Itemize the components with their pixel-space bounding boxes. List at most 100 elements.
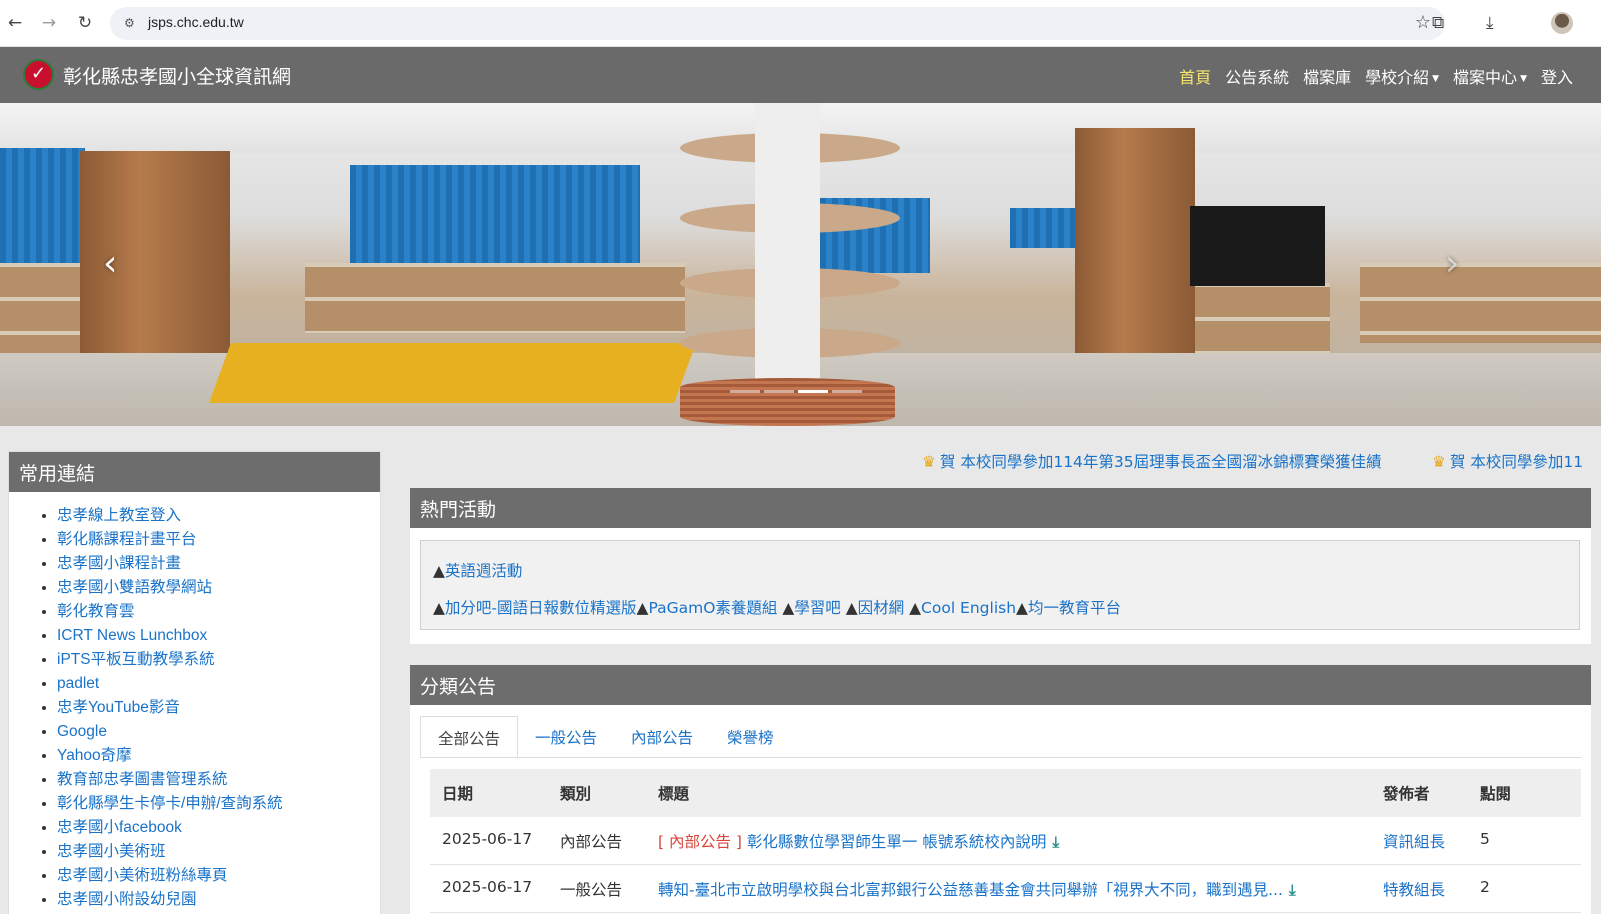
tab-internal[interactable]: 內部公告 [614,716,710,758]
row-hits: 5 [1480,830,1490,848]
tab-all[interactable]: 全部公告 [420,716,519,758]
row-publisher[interactable]: 特教組長 [1383,878,1445,900]
row-title[interactable]: [ 內部公告 ] 彰化縣數位學習師生單一 帳號系統校內說明 ⤓ [658,830,1328,852]
panel-title: 分類公告 [410,665,1591,705]
sidebar-link[interactable]: 彰化縣課程計畫平台 [57,528,380,552]
site-title[interactable]: 彰化縣忠孝國小全球資訊網 [63,62,291,89]
row-publisher[interactable]: 資訊組長 [1383,830,1445,852]
table-row[interactable]: 2025-06-17 內部公告 [ 內部公告 ] 彰化縣數位學習師生單一 帳號系… [430,817,1581,865]
hot-activities-panel: 熱門活動 ▲英語週活動 ▲加分吧-國語日報數位精選版▲PaGamO素養題組 ▲學… [410,488,1591,644]
sidebar-link[interactable]: 教育部忠孝圖書管理系統 [57,768,380,792]
col-date[interactable]: 日期 [442,782,473,804]
url-text[interactable]: jsps.chc.edu.tw [148,14,244,30]
chevron-left-icon[interactable]: ‹ [103,243,117,284]
reload-icon[interactable]: ↻ [74,12,96,34]
hot-activity-link[interactable]: PaGamO素養題組 [648,599,777,617]
sidebar-link[interactable]: 忠孝國小facebook [57,816,380,840]
carousel-image-column [755,103,820,393]
carousel-image-curtain [0,148,85,263]
sidebar-link[interactable]: 忠孝國小美術班粉絲專頁 [57,864,380,888]
sidebar-link[interactable]: 彰化縣學生卡停卡/申辦/查詢系統 [57,792,380,816]
nav-file-library[interactable]: 檔案庫 [1303,64,1351,88]
carousel-indicator[interactable] [832,390,862,393]
extensions-icon[interactable]: ⧉ [1432,12,1444,34]
triangle-bullet-icon: ▲ [433,562,445,580]
hot-activity-link[interactable]: 因材網 [858,599,905,617]
sidebar-link[interactable]: Yahoo奇摩 [57,744,380,768]
row-category: 內部公告 [560,833,623,851]
table-header: 日期 類別 標題 發佈者 點閱 [430,769,1581,817]
download-icon[interactable]: ⤓ [1289,881,1296,899]
sidebar-link[interactable]: 忠孝國小附設幼兒園 [57,888,380,912]
carousel-image-screen [1190,206,1325,286]
panel-title: 熱門活動 [410,488,1591,528]
profile-avatar[interactable] [1551,12,1573,34]
download-icon[interactable]: ⤓ [1486,12,1494,34]
tab-honor[interactable]: 榮譽榜 [710,716,791,758]
hot-row: ▲加分吧-國語日報數位精選版▲PaGamO素養題組 ▲學習吧 ▲因材網 ▲Coo… [433,596,1121,618]
tab-general[interactable]: 一般公告 [518,716,614,758]
col-publisher[interactable]: 發佈者 [1383,782,1430,804]
nav-school-intro[interactable]: 學校介紹 ▼ [1365,64,1439,88]
link-list: 忠孝線上教室登入彰化縣課程計畫平台忠孝國小課程計畫忠孝國小雙語教學網站彰化教育雲… [9,492,380,912]
nav-file-center[interactable]: 檔案中心 ▼ [1453,64,1527,88]
hot-activity-link[interactable]: 加分吧-國語日報數位精選版 [445,599,637,617]
back-icon[interactable]: ← [4,12,26,34]
hot-activity-link[interactable]: Cool English [921,599,1016,617]
hot-row: ▲英語週活動 [433,559,522,581]
marquee-item[interactable]: ♛ 賀 本校同學參加11 [1432,450,1583,472]
sidebar-link[interactable]: ICRT News Lunchbox [57,624,380,648]
nav-home[interactable]: 首頁 [1179,64,1211,88]
carousel-indicator[interactable] [798,390,828,393]
row-title-link[interactable]: 彰化縣數位學習師生單一 帳號系統校內說明 [747,833,1046,851]
carousel-image-bench [209,343,696,403]
nav-login[interactable]: 登入 [1541,64,1573,88]
sidebar-link[interactable]: 忠孝YouTube影音 [57,696,380,720]
hot-activity-link[interactable]: 學習吧 [794,599,841,617]
sidebar-link[interactable]: 忠孝國小課程計畫 [57,552,380,576]
sidebar-link[interactable]: 忠孝線上教室登入 [57,504,380,528]
address-bar[interactable]: ⚙ jsps.chc.edu.tw ☆ [110,7,1445,40]
triangle-bullet-icon: ▲ [1016,599,1028,617]
crown-icon: ♛ [1432,453,1446,471]
crown-icon: ♛ [922,453,936,471]
chevron-right-icon[interactable]: › [1445,243,1459,284]
triangle-bullet-icon: ▲ [433,599,445,617]
table-row[interactable]: 2025-06-17 一般公告 轉知-臺北市立啟明學校與台北富邦銀行公益慈善基金… [430,865,1581,913]
row-title-link[interactable]: 轉知-臺北市立啟明學校與台北富邦銀行公益慈善基金會共同舉辦「視界大不同，職到遇見… [658,881,1283,899]
announcements-panel: 分類公告 全部公告 一般公告 內部公告 榮譽榜 日期 類別 標題 發佈者 點閱 … [410,665,1591,914]
forward-icon[interactable]: → [38,12,60,34]
sidebar-link[interactable]: iPTS平板互動教學系統 [57,648,380,672]
bookmark-star-icon[interactable]: ☆ [1415,12,1431,33]
col-title[interactable]: 標題 [658,782,1328,804]
carousel-indicator[interactable] [730,390,760,393]
sidebar-link[interactable]: 忠孝國小美術班 [57,840,380,864]
row-date: 2025-06-17 [442,878,533,896]
triangle-bullet-icon: ▲ [909,599,922,617]
caret-down-icon: ▼ [1432,74,1440,84]
row-title[interactable]: 轉知-臺北市立啟明學校與台北富邦銀行公益慈善基金會共同舉辦「視界大不同，職到遇見… [658,878,1328,900]
col-hits[interactable]: 點閱 [1480,782,1511,804]
school-logo-icon[interactable] [23,59,54,90]
sidebar-link[interactable]: Google [57,720,380,744]
triangle-bullet-icon: ▲ [636,599,649,617]
carousel-image-shelf [0,263,88,353]
announcement-tabs: 全部公告 一般公告 內部公告 榮譽榜 [420,716,791,758]
download-icon[interactable]: ⤓ [1052,833,1059,851]
carousel-indicator[interactable] [764,390,794,393]
hot-activities-box: ▲英語週活動 ▲加分吧-國語日報數位精選版▲PaGamO素養題組 ▲學習吧 ▲因… [420,540,1580,630]
col-category[interactable]: 類別 [560,782,591,804]
carousel-image-shelf [1360,263,1601,343]
hot-activity-link[interactable]: 均一教育平台 [1028,599,1121,617]
panel-title: 常用連結 [9,452,380,492]
row-date: 2025-06-17 [442,830,533,848]
marquee-item[interactable]: ♛ 賀 本校同學參加114年第35屆理事長盃全國溜冰錦標賽榮獲佳績 [922,450,1382,472]
carousel-image-shelf [305,263,685,333]
row-hits: 2 [1480,878,1490,896]
sidebar-link[interactable]: 忠孝國小雙語教學網站 [57,576,380,600]
site-settings-icon[interactable]: ⚙ [124,16,138,30]
hot-activity-link[interactable]: 英語週活動 [445,562,523,580]
nav-announcements[interactable]: 公告系統 [1225,64,1289,88]
sidebar-link[interactable]: padlet [57,672,380,696]
sidebar-link[interactable]: 彰化教育雲 [57,600,380,624]
